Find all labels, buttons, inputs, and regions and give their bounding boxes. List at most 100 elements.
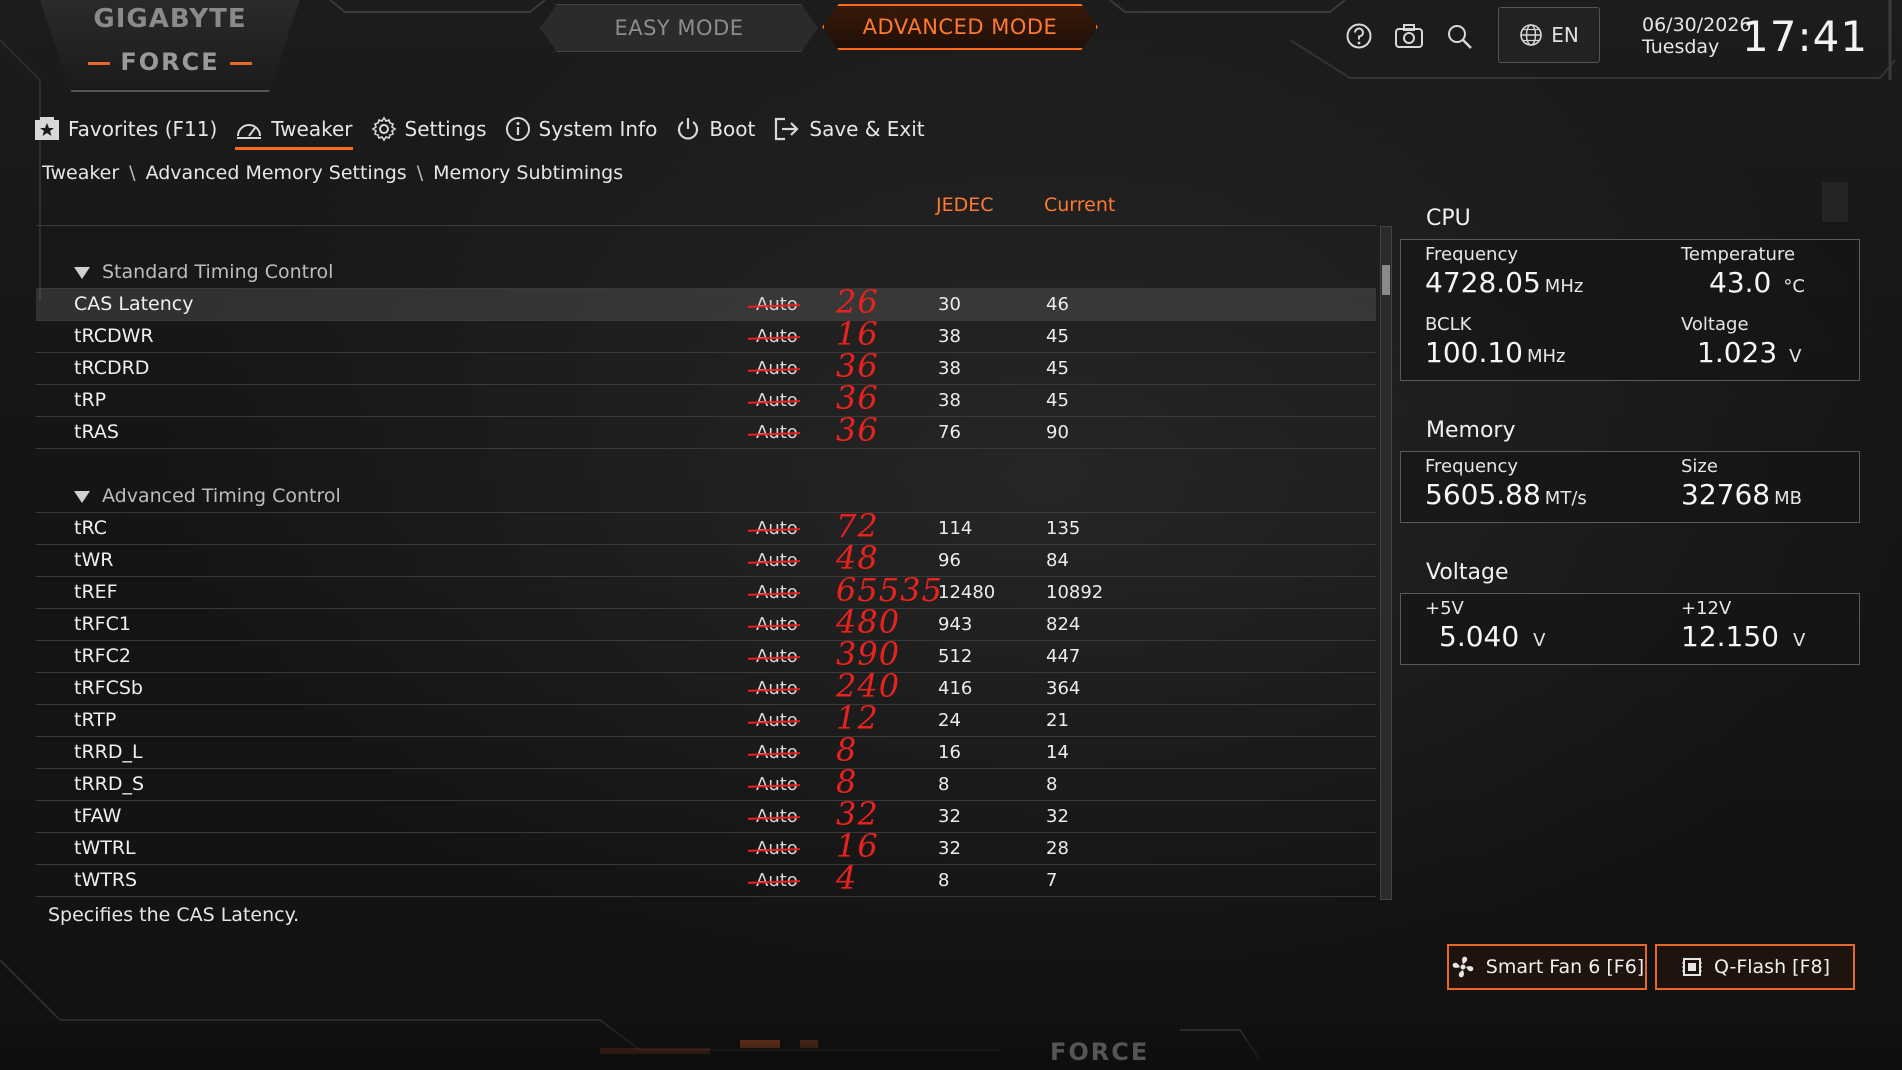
table-row[interactable]: tWTRS Auto 4 8 7: [36, 859, 1376, 897]
timing-value[interactable]: Auto: [756, 614, 798, 635]
timing-name: tWTRS: [74, 869, 138, 891]
nav-system-info[interactable]: System Info: [505, 116, 657, 148]
advanced-mode-button[interactable]: ADVANCED MODE: [822, 4, 1098, 50]
current-value: 824: [1046, 614, 1081, 635]
mode-switcher: EASY MODE ADVANCED MODE: [540, 4, 1100, 52]
timing-value[interactable]: Auto: [756, 710, 798, 731]
timing-name: tRTP: [74, 709, 117, 731]
jedec-value: 76: [938, 422, 961, 443]
cpu-voltage-unit: V: [1789, 346, 1802, 367]
timing-value[interactable]: Auto: [756, 422, 798, 443]
memory-size-value: 32768: [1681, 478, 1771, 511]
timing-value[interactable]: Auto: [756, 806, 798, 827]
timing-name: tRFCSb: [74, 677, 143, 699]
memory-size-unit: MB: [1774, 488, 1802, 509]
table-row[interactable]: tRFCSb Auto 240 416 364: [36, 667, 1376, 705]
nav-boot[interactable]: Boot: [675, 116, 755, 148]
table-row[interactable]: tRP Auto 36 38 45: [36, 379, 1376, 417]
timing-name: tFAW: [74, 805, 122, 827]
handwritten-annotation: 36: [836, 411, 879, 449]
help-icon[interactable]: [1344, 21, 1374, 51]
scrollbar-thumb[interactable]: [1382, 265, 1390, 295]
nav-settings[interactable]: Settings: [371, 116, 487, 148]
v12: 12.150 V: [1681, 620, 1805, 653]
cpu-frequency: 4728.05 MHz: [1425, 266, 1583, 299]
table-row[interactable]: CAS Latency Auto 26 30 46: [36, 283, 1376, 321]
breadcrumb-separator: \: [129, 162, 136, 184]
timing-name: tRRD_S: [74, 773, 145, 795]
jedec-value: 30: [938, 294, 961, 315]
table-row[interactable]: tRRD_L Auto 8 16 14: [36, 731, 1376, 769]
nav-tweaker[interactable]: Tweaker: [235, 116, 353, 150]
table-row[interactable]: tRAS Auto 36 76 90: [36, 411, 1376, 449]
nav-save-exit-label: Save & Exit: [809, 117, 925, 141]
current-value: 364: [1046, 678, 1081, 699]
timing-name: tRCDRD: [74, 357, 150, 379]
cpu-temperature: 43.0 °C: [1709, 266, 1805, 299]
jedec-value: 32: [938, 838, 961, 859]
table-row[interactable]: tRC Auto 72 114 135: [36, 507, 1376, 545]
camera-icon[interactable]: [1394, 21, 1424, 51]
current-value: 46: [1046, 294, 1069, 315]
timing-value[interactable]: Auto: [756, 390, 798, 411]
smart-fan-label: Smart Fan 6 [F6]: [1485, 956, 1645, 978]
table-row[interactable]: tFAW Auto 32 32 32: [36, 795, 1376, 833]
smart-fan-button[interactable]: Smart Fan 6 [F6]: [1447, 944, 1647, 990]
language-selector[interactable]: EN: [1498, 7, 1600, 63]
current-value: 45: [1046, 390, 1069, 411]
table-row[interactable]: tRCDRD Auto 36 38 45: [36, 347, 1376, 385]
jedec-value: 38: [938, 390, 961, 411]
table-row[interactable]: tRCDWR Auto 16 38 45: [36, 315, 1376, 353]
bottom-decoration: [0, 1010, 1902, 1070]
table-row[interactable]: tRFC2 Auto 390 512 447: [36, 635, 1376, 673]
table-row[interactable]: tWTRL Auto 16 32 28: [36, 827, 1376, 865]
easy-mode-button[interactable]: EASY MODE: [540, 4, 818, 52]
table-row[interactable]: tWR Auto 48 96 84: [36, 539, 1376, 577]
timing-value[interactable]: Auto: [756, 678, 798, 699]
section-header[interactable]: Standard Timing Control: [36, 257, 1376, 289]
table-row[interactable]: tRFC1 Auto 480 943 824: [36, 603, 1376, 641]
timing-value[interactable]: Auto: [756, 646, 798, 667]
current-value: 10892: [1046, 582, 1104, 603]
scrollbar[interactable]: [1380, 226, 1392, 900]
cpu-title: CPU: [1426, 206, 1471, 231]
help-text: Specifies the CAS Latency.: [48, 904, 300, 926]
v5-label: +5V: [1425, 598, 1464, 619]
current-value: 90: [1046, 422, 1069, 443]
timing-value[interactable]: Auto: [756, 582, 798, 603]
voltage-box: +5V 5.040 V +12V 12.150 V: [1400, 593, 1860, 665]
qflash-button[interactable]: Q-Flash [F8]: [1655, 944, 1855, 990]
timing-value[interactable]: Auto: [756, 326, 798, 347]
footer-brand: FORCE: [1050, 1038, 1150, 1066]
cpu-bclk-unit: MHz: [1526, 346, 1566, 367]
timing-value[interactable]: Auto: [756, 870, 798, 891]
breadcrumb-item[interactable]: Advanced Memory Settings: [146, 162, 407, 184]
timing-value[interactable]: Auto: [756, 550, 798, 571]
timing-value[interactable]: Auto: [756, 742, 798, 763]
table-row[interactable]: tREF Auto 65535 12480 10892: [36, 571, 1376, 609]
nav-save-exit[interactable]: Save & Exit: [773, 116, 925, 148]
table-row[interactable]: tRTP Auto 12 24 21: [36, 699, 1376, 737]
breadcrumb-item[interactable]: Tweaker: [42, 162, 119, 184]
timing-value[interactable]: Auto: [756, 358, 798, 379]
current-value: 32: [1046, 806, 1069, 827]
current-value: 45: [1046, 326, 1069, 347]
timing-name: tRC: [74, 517, 107, 539]
timing-value[interactable]: Auto: [756, 838, 798, 859]
memory-frequency-unit: MT/s: [1544, 488, 1587, 509]
jedec-value: 8: [938, 774, 950, 795]
jedec-value: 96: [938, 550, 961, 571]
table-row[interactable]: tRRD_S Auto 8 8 8: [36, 763, 1376, 801]
timing-value[interactable]: Auto: [756, 294, 798, 315]
collapse-triangle-icon: [74, 491, 90, 503]
memory-frequency-label: Frequency: [1425, 456, 1518, 477]
nav-favorites[interactable]: Favorites (F11): [34, 116, 217, 148]
section-header[interactable]: Advanced Timing Control: [36, 481, 1376, 513]
advanced-mode-label: ADVANCED MODE: [862, 15, 1058, 39]
timing-name: CAS Latency: [74, 293, 194, 315]
v12-value: 12.150: [1681, 620, 1779, 653]
timing-value[interactable]: Auto: [756, 518, 798, 539]
timing-value[interactable]: Auto: [756, 774, 798, 795]
search-icon[interactable]: [1444, 21, 1474, 51]
brand-name: GIGABYTE: [93, 4, 247, 34]
